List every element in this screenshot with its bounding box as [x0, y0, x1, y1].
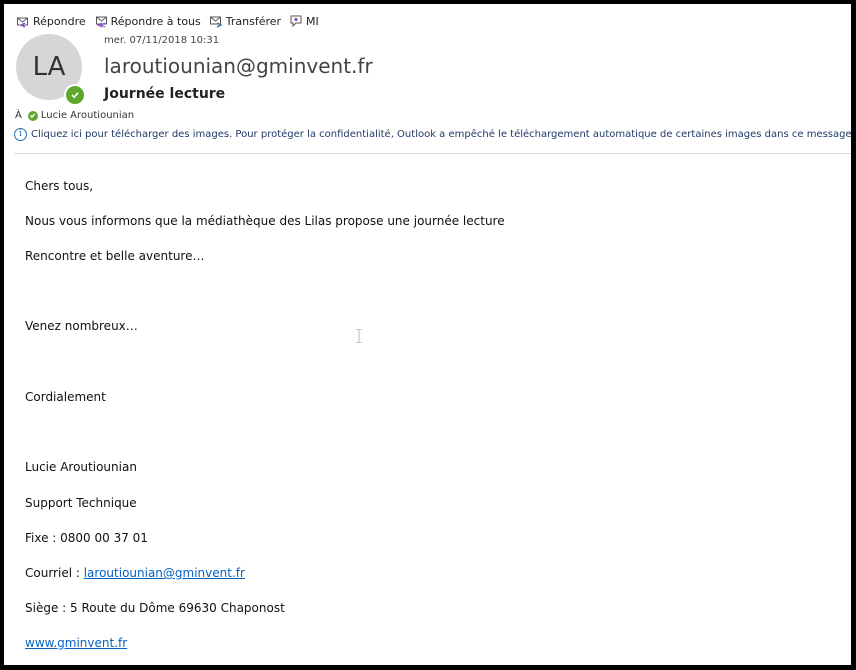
recipients-row: À Lucie Aroutiounian [15, 110, 134, 121]
body-line: Nous vous informons que la médiathèque d… [25, 214, 505, 228]
chat-bubble-icon [290, 15, 302, 28]
body-line: Venez nombreux… [25, 319, 138, 333]
sender-address[interactable]: laroutiounian@gminvent.fr [104, 54, 373, 78]
text-cursor-icon [356, 329, 362, 343]
header-divider [14, 153, 851, 154]
sent-date: mer. 07/11/2018 10:31 [104, 35, 220, 46]
checkmark-icon [71, 92, 79, 99]
body-closing: Cordialement [25, 390, 106, 404]
signature-name: Lucie Aroutiounian [25, 460, 137, 474]
reply-button[interactable]: Répondre [16, 14, 86, 28]
infobar-text: Cliquez ici pour télécharger des images.… [31, 129, 851, 140]
email-subject: Journée lecture [104, 86, 226, 102]
reply-label: Répondre [33, 14, 86, 28]
signature-email-link[interactable]: laroutiounian@gminvent.fr [84, 566, 245, 580]
recipient-name: Lucie Aroutiounian [40, 110, 135, 121]
download-images-infobar[interactable]: i Cliquez ici pour télécharger des image… [14, 128, 851, 141]
body-line: Rencontre et belle aventure… [25, 249, 205, 263]
reply-all-button[interactable]: Répondre à tous [94, 14, 201, 28]
info-icon: i [14, 128, 27, 141]
recipient[interactable]: Lucie Aroutiounian [27, 110, 135, 121]
message-toolbar: Répondre Répondre à tous Transférer MI [16, 12, 319, 30]
forward-icon [209, 16, 223, 28]
avatar-initials: LA [32, 52, 66, 82]
signature-email-label: Courriel : [25, 566, 84, 580]
instant-message-label: MI [306, 14, 319, 28]
instant-message-button[interactable]: MI [289, 14, 319, 28]
reply-all-icon [95, 16, 107, 28]
body-greeting: Chers tous, [25, 179, 94, 193]
presence-available-icon [64, 84, 86, 106]
reply-icon [17, 17, 28, 28]
signature-role: Support Technique [25, 496, 137, 510]
checkmark-icon [30, 113, 36, 119]
forward-button[interactable]: Transférer [209, 14, 281, 28]
signature-phone: Fixe : 0800 00 37 01 [25, 531, 148, 545]
recipient-presence-icon [27, 110, 38, 121]
signature-email-row: Courriel : laroutiounian@gminvent.fr [25, 566, 245, 580]
signature-address: Siège : 5 Route du Dôme 69630 Chaponost [25, 601, 285, 615]
to-label: À [15, 110, 22, 121]
email-reading-pane: Répondre Répondre à tous Transférer MI m… [4, 4, 851, 665]
signature-website-link[interactable]: www.gminvent.fr [25, 636, 127, 650]
forward-label: Transférer [225, 14, 282, 28]
signature-website-row: www.gminvent.fr [25, 636, 127, 650]
reply-all-label: Répondre à tous [110, 14, 201, 28]
